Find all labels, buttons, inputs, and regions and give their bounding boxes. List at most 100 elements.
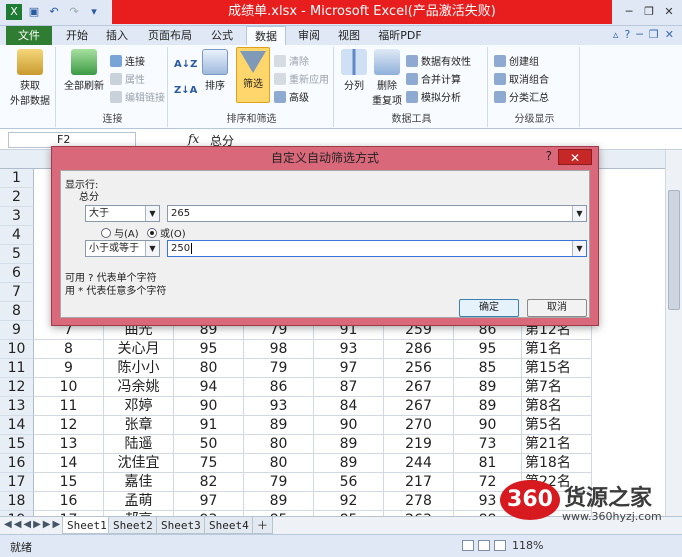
tab-insert[interactable]: 插入	[100, 26, 134, 45]
table-cell[interactable]: 56	[314, 473, 384, 492]
table-cell[interactable]: 73	[454, 435, 522, 454]
row-header[interactable]: 10	[0, 340, 34, 359]
table-cell[interactable]: 95	[174, 340, 244, 359]
table-cell[interactable]: 91	[174, 416, 244, 435]
table-cell[interactable]: 90	[454, 416, 522, 435]
operator2-select[interactable]: 小于或等于 ▼	[85, 240, 160, 257]
table-cell[interactable]: 94	[174, 378, 244, 397]
sheet-tab-2[interactable]: Sheet2	[108, 517, 158, 534]
table-cell[interactable]: 256	[384, 359, 454, 378]
table-cell[interactable]: 219	[384, 435, 454, 454]
reapply-button[interactable]: 重新应用	[274, 71, 329, 86]
row-header[interactable]: 11	[0, 359, 34, 378]
sheet-tab-3[interactable]: Sheet3	[156, 517, 206, 534]
value2-combo[interactable]: 250​ ▼	[167, 240, 587, 257]
table-cell[interactable]: 95	[454, 340, 522, 359]
table-cell[interactable]: 93	[314, 340, 384, 359]
row-header[interactable]: 14	[0, 416, 34, 435]
restore-icon[interactable]: ❐	[640, 4, 658, 20]
table-cell[interactable]: 79	[244, 359, 314, 378]
table-cell[interactable]: 267	[384, 397, 454, 416]
table-cell[interactable]: 89	[314, 454, 384, 473]
tab-page-layout[interactable]: 页面布局	[142, 26, 198, 45]
table-cell[interactable]: 93	[244, 397, 314, 416]
table-cell[interactable]: 270	[384, 416, 454, 435]
table-cell[interactable]: 89	[454, 397, 522, 416]
table-cell[interactable]: 85	[454, 359, 522, 378]
page-break-view-icon[interactable]	[494, 540, 506, 551]
and-radio[interactable]: 与(A)	[101, 225, 139, 240]
table-cell[interactable]: 84	[314, 397, 384, 416]
tab-formulas[interactable]: 公式	[204, 26, 240, 45]
table-cell[interactable]: 第1名	[522, 340, 592, 359]
table-cell[interactable]: 92	[314, 492, 384, 511]
table-cell[interactable]: 第18名	[522, 454, 592, 473]
table-cell[interactable]: 15	[34, 473, 104, 492]
help-icon[interactable]: ?	[624, 28, 630, 41]
dialog-close-button[interactable]: ✕	[558, 149, 592, 165]
consolidate-button[interactable]: 合并计算	[406, 71, 461, 86]
minimize-icon[interactable]: ─	[620, 4, 638, 20]
table-cell[interactable]: 217	[384, 473, 454, 492]
table-cell[interactable]: 冯余姚	[104, 378, 174, 397]
text-to-columns-button[interactable]: 分列	[338, 49, 370, 92]
row-header[interactable]: 17	[0, 473, 34, 492]
collapse-ribbon-icon[interactable]: ▵	[613, 28, 619, 41]
sort-descending-button[interactable]: Z↓A	[174, 85, 197, 96]
table-cell[interactable]: 81	[454, 454, 522, 473]
sheet-tab-1[interactable]: Sheet1	[62, 517, 112, 534]
row-header[interactable]: 9	[0, 321, 34, 340]
doc-close-icon[interactable]: ✕	[665, 28, 674, 41]
table-cell[interactable]: 278	[384, 492, 454, 511]
table-cell[interactable]: 80	[244, 435, 314, 454]
table-cell[interactable]: 孟萌	[104, 492, 174, 511]
operator1-select[interactable]: 大于 ▼	[85, 205, 160, 222]
row-header[interactable]: 18	[0, 492, 34, 511]
tab-foxit-pdf[interactable]: 福昕PDF	[372, 26, 428, 45]
subtotal-button[interactable]: 分类汇总	[494, 89, 549, 104]
tab-data[interactable]: 数据	[246, 26, 286, 45]
vertical-scrollbar[interactable]	[665, 150, 682, 516]
sheet-nav-arrows-icon[interactable]: ◀◀◀▶▶▶	[4, 519, 62, 530]
table-cell[interactable]: 嘉佳	[104, 473, 174, 492]
table-cell[interactable]: 8	[34, 340, 104, 359]
table-cell[interactable]: 89	[244, 492, 314, 511]
table-cell[interactable]: 97	[174, 492, 244, 511]
table-cell[interactable]: 98	[244, 340, 314, 359]
table-cell[interactable]: 75	[174, 454, 244, 473]
doc-restore-icon[interactable]: ❐	[649, 28, 659, 41]
what-if-analysis-button[interactable]: 模拟分析	[406, 89, 461, 104]
table-cell[interactable]: 12	[34, 416, 104, 435]
dialog-help-icon[interactable]: ?	[546, 149, 552, 163]
normal-view-icon[interactable]	[462, 540, 474, 551]
row-header[interactable]: 16	[0, 454, 34, 473]
get-external-data-button[interactable]: 获取 外部数据	[8, 49, 52, 107]
cancel-button[interactable]: 取消	[527, 299, 587, 317]
redo-icon[interactable]: ↷	[66, 4, 82, 20]
tab-review[interactable]: 审阅	[292, 26, 326, 45]
function-icon[interactable]: fx	[188, 132, 199, 146]
data-validation-button[interactable]: 数据有效性	[406, 53, 471, 68]
table-cell[interactable]: 79	[244, 473, 314, 492]
table-cell[interactable]: 关心月	[104, 340, 174, 359]
table-cell[interactable]: 第5名	[522, 416, 592, 435]
table-cell[interactable]: 89	[314, 435, 384, 454]
or-radio[interactable]: 或(O)	[147, 225, 186, 240]
table-cell[interactable]: 14	[34, 454, 104, 473]
table-cell[interactable]: 244	[384, 454, 454, 473]
advanced-filter-button[interactable]: 高级	[274, 89, 309, 104]
doc-minimize-icon[interactable]: ─	[636, 28, 643, 41]
row-header[interactable]: 4	[0, 226, 34, 245]
table-cell[interactable]: 9	[34, 359, 104, 378]
zoom-level[interactable]: 118%	[512, 539, 543, 552]
tab-view[interactable]: 视图	[332, 26, 366, 45]
tab-home[interactable]: 开始	[60, 26, 94, 45]
row-header[interactable]: 2	[0, 188, 34, 207]
row-header[interactable]: 6	[0, 264, 34, 283]
table-cell[interactable]: 邓婷	[104, 397, 174, 416]
table-cell[interactable]: 86	[244, 378, 314, 397]
properties-button[interactable]: 属性	[110, 71, 145, 86]
table-cell[interactable]: 80	[244, 454, 314, 473]
tab-file[interactable]: 文件	[6, 26, 52, 45]
table-cell[interactable]: 第7名	[522, 378, 592, 397]
